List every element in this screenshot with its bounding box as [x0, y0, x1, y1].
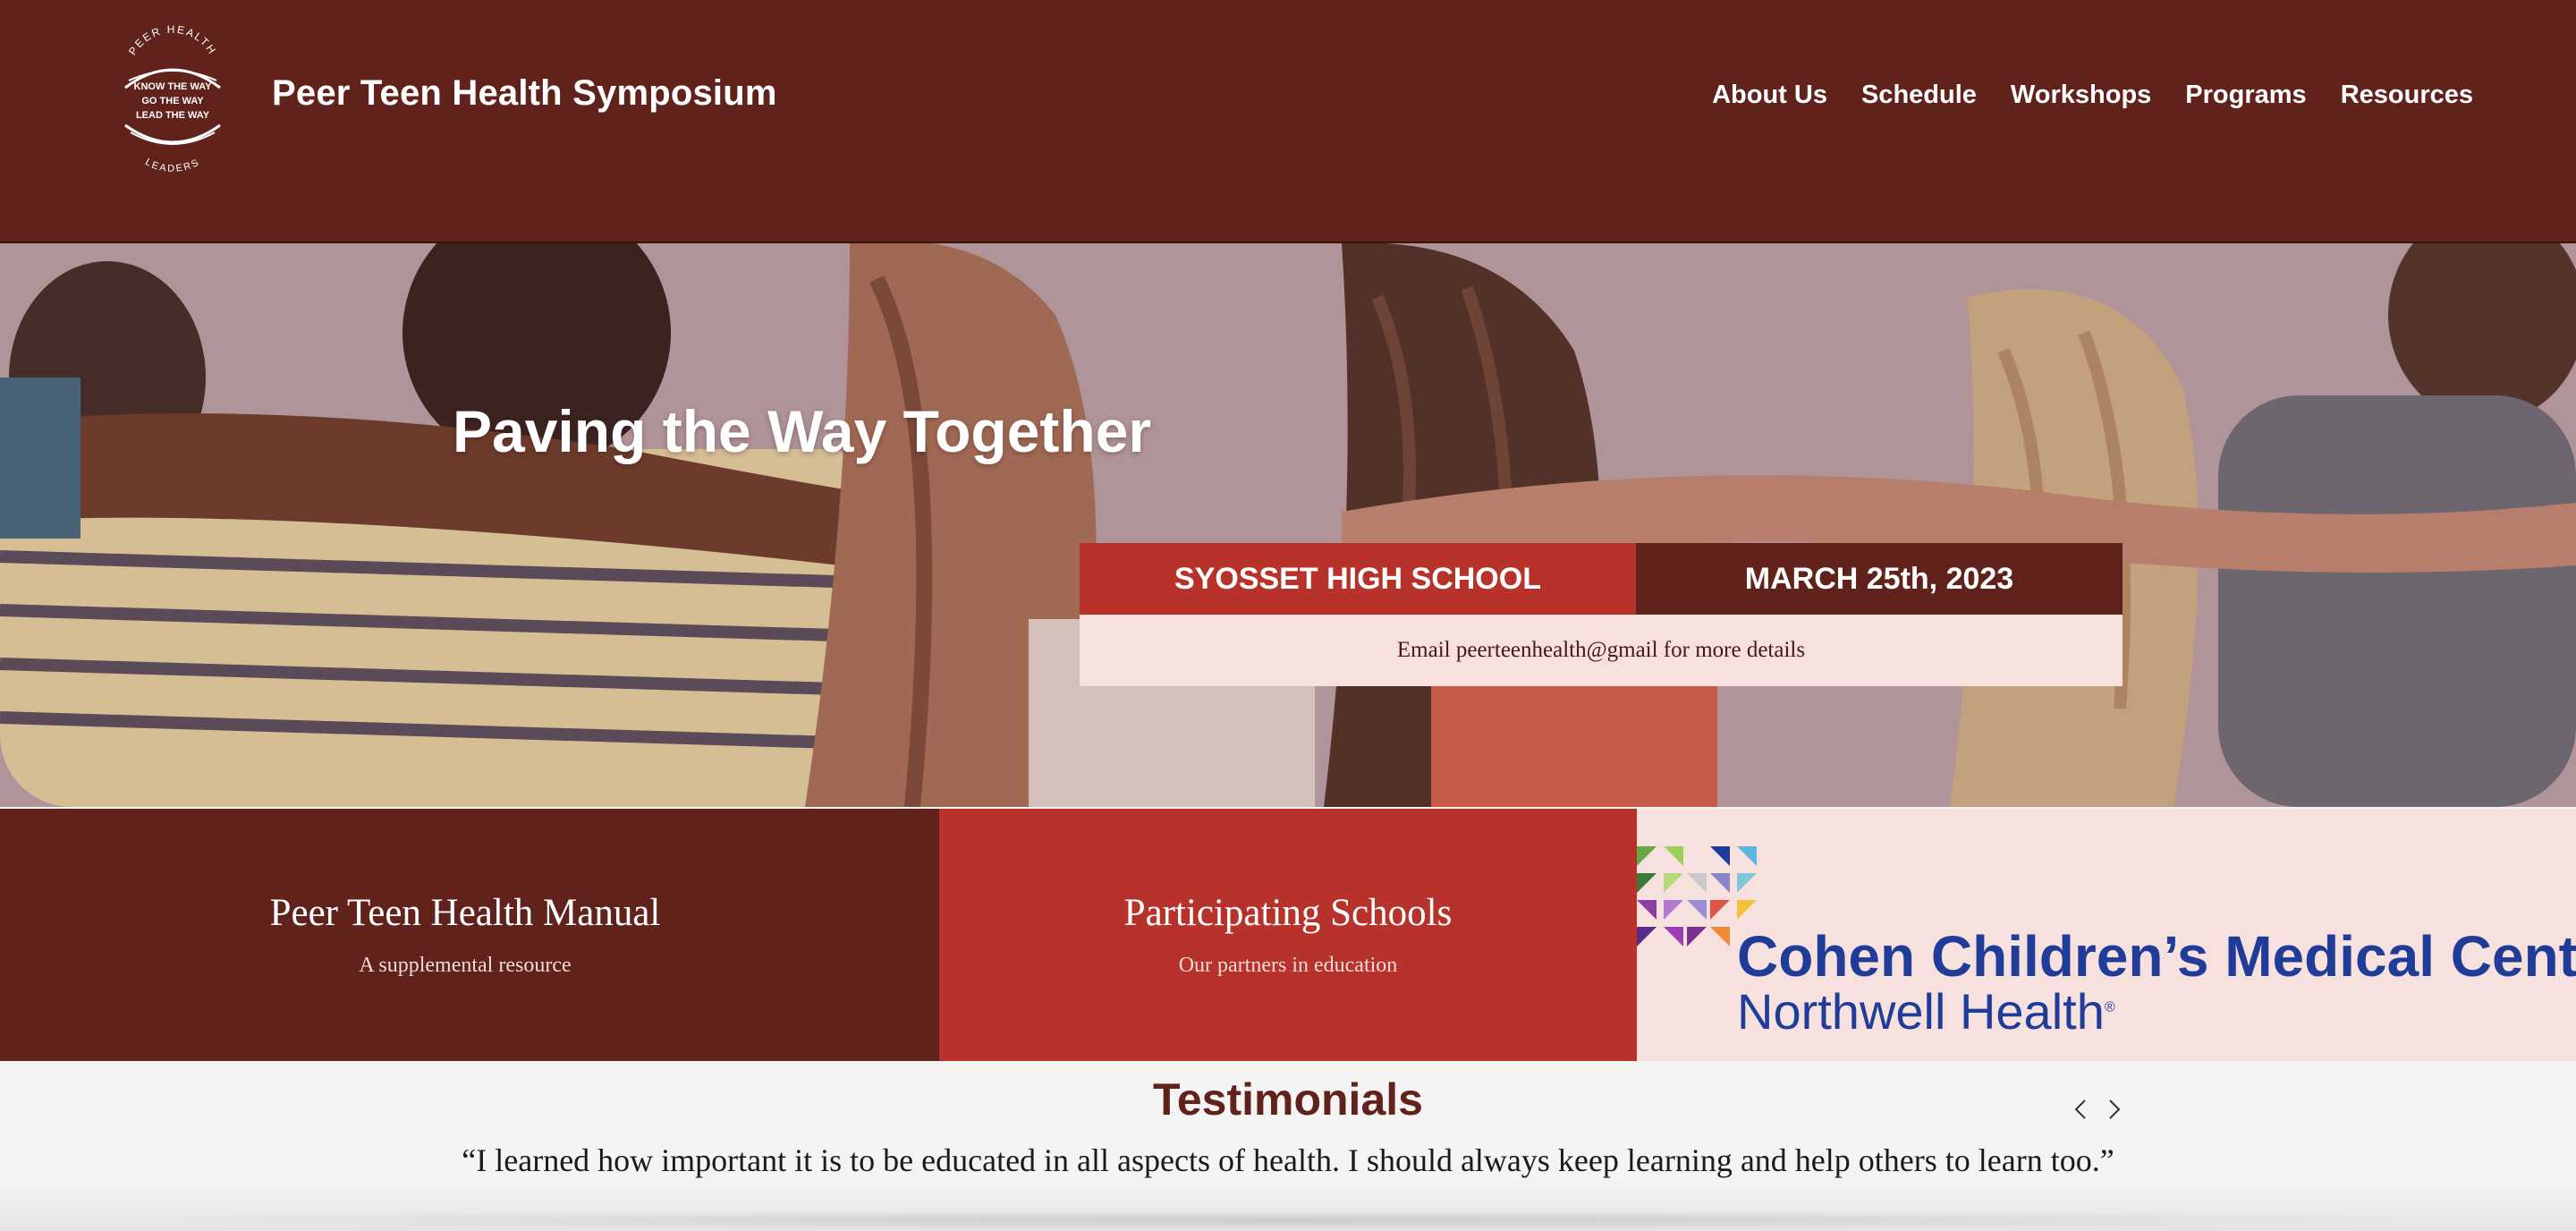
logo-arc-bottom: LEADERS	[143, 157, 200, 174]
manual-card[interactable]: Peer Teen Health Manual A supplemental r…	[0, 809, 939, 1061]
main-nav: About Us Schedule Workshops Programs Res…	[1712, 81, 2473, 110]
hero-banner: Paving the Way Together SYOSSET HIGH SCH…	[0, 243, 2576, 807]
logo-arc-top: PEER HEALTH	[126, 23, 217, 57]
logo-emblem-icon: PEER HEALTH KNOW THE WAY GO THE WAY LEAD…	[124, 23, 221, 174]
logo-line-3: LEAD THE WAY	[136, 110, 210, 121]
nav-workshops[interactable]: Workshops	[2011, 81, 2151, 110]
sponsor-subname: Northwell Health®	[1737, 982, 2115, 1040]
feature-strip: Peer Teen Health Manual A supplemental r…	[0, 809, 2576, 1061]
testimonial-quote: “I learned how important it is to be edu…	[462, 1142, 2114, 1178]
schools-card-subtitle: Our partners in education	[1178, 954, 1398, 977]
testimonial-carousel-controls	[2072, 1099, 2123, 1120]
testimonials-title: Testimonials	[1153, 1074, 1423, 1125]
nav-programs[interactable]: Programs	[2185, 81, 2306, 110]
svg-text:LEADERS: LEADERS	[143, 157, 202, 174]
nav-resources[interactable]: Resources	[2341, 81, 2473, 110]
sponsor-logo[interactable]: Cohen Children’s Medical Center Northwel…	[1637, 809, 2576, 1061]
sponsor-subname-text: Northwell Health	[1737, 983, 2105, 1040]
schools-card-title: Participating Schools	[1123, 892, 1453, 934]
chevron-left-icon[interactable]	[2072, 1099, 2089, 1120]
registered-mark: ®	[2104, 999, 2115, 1015]
event-info-box: SYOSSET HIGH SCHOOL MARCH 25th, 2023 Ema…	[1080, 543, 2123, 686]
svg-text:PEER HEALTH: PEER HEALTH	[126, 25, 219, 57]
manual-card-title: Peer Teen Health Manual	[269, 892, 661, 934]
logo-line-2: GO THE WAY	[141, 96, 204, 106]
nav-about-us[interactable]: About Us	[1712, 81, 1827, 110]
schools-card[interactable]: Participating Schools Our partners in ed…	[939, 809, 1637, 1061]
logo-line-1: KNOW THE WAY	[134, 81, 213, 92]
site-logo[interactable]: PEER HEALTH KNOW THE WAY GO THE WAY LEAD…	[116, 23, 229, 175]
sponsor-name: Cohen Children’s Medical Center	[1737, 924, 2576, 989]
hero-title: Paving the Way Together	[453, 398, 1152, 464]
site-header: PEER HEALTH KNOW THE WAY GO THE WAY LEAD…	[0, 0, 2576, 243]
chevron-right-icon[interactable]	[2106, 1099, 2123, 1120]
manual-card-subtitle: A supplemental resource	[359, 954, 572, 977]
event-date: MARCH 25th, 2023	[1636, 543, 2123, 615]
testimonials-section: Testimonials “I learned how important it…	[0, 1061, 2576, 1231]
nav-schedule[interactable]: Schedule	[1861, 81, 1977, 110]
site-title[interactable]: Peer Teen Health Symposium	[272, 73, 777, 114]
hero-overlay	[0, 243, 2576, 807]
event-email-note: Email peerteenhealth@gmail for more deta…	[1080, 615, 2123, 686]
event-school: SYOSSET HIGH SCHOOL	[1080, 543, 1636, 615]
page-bottom-shadow	[89, 1210, 2487, 1231]
